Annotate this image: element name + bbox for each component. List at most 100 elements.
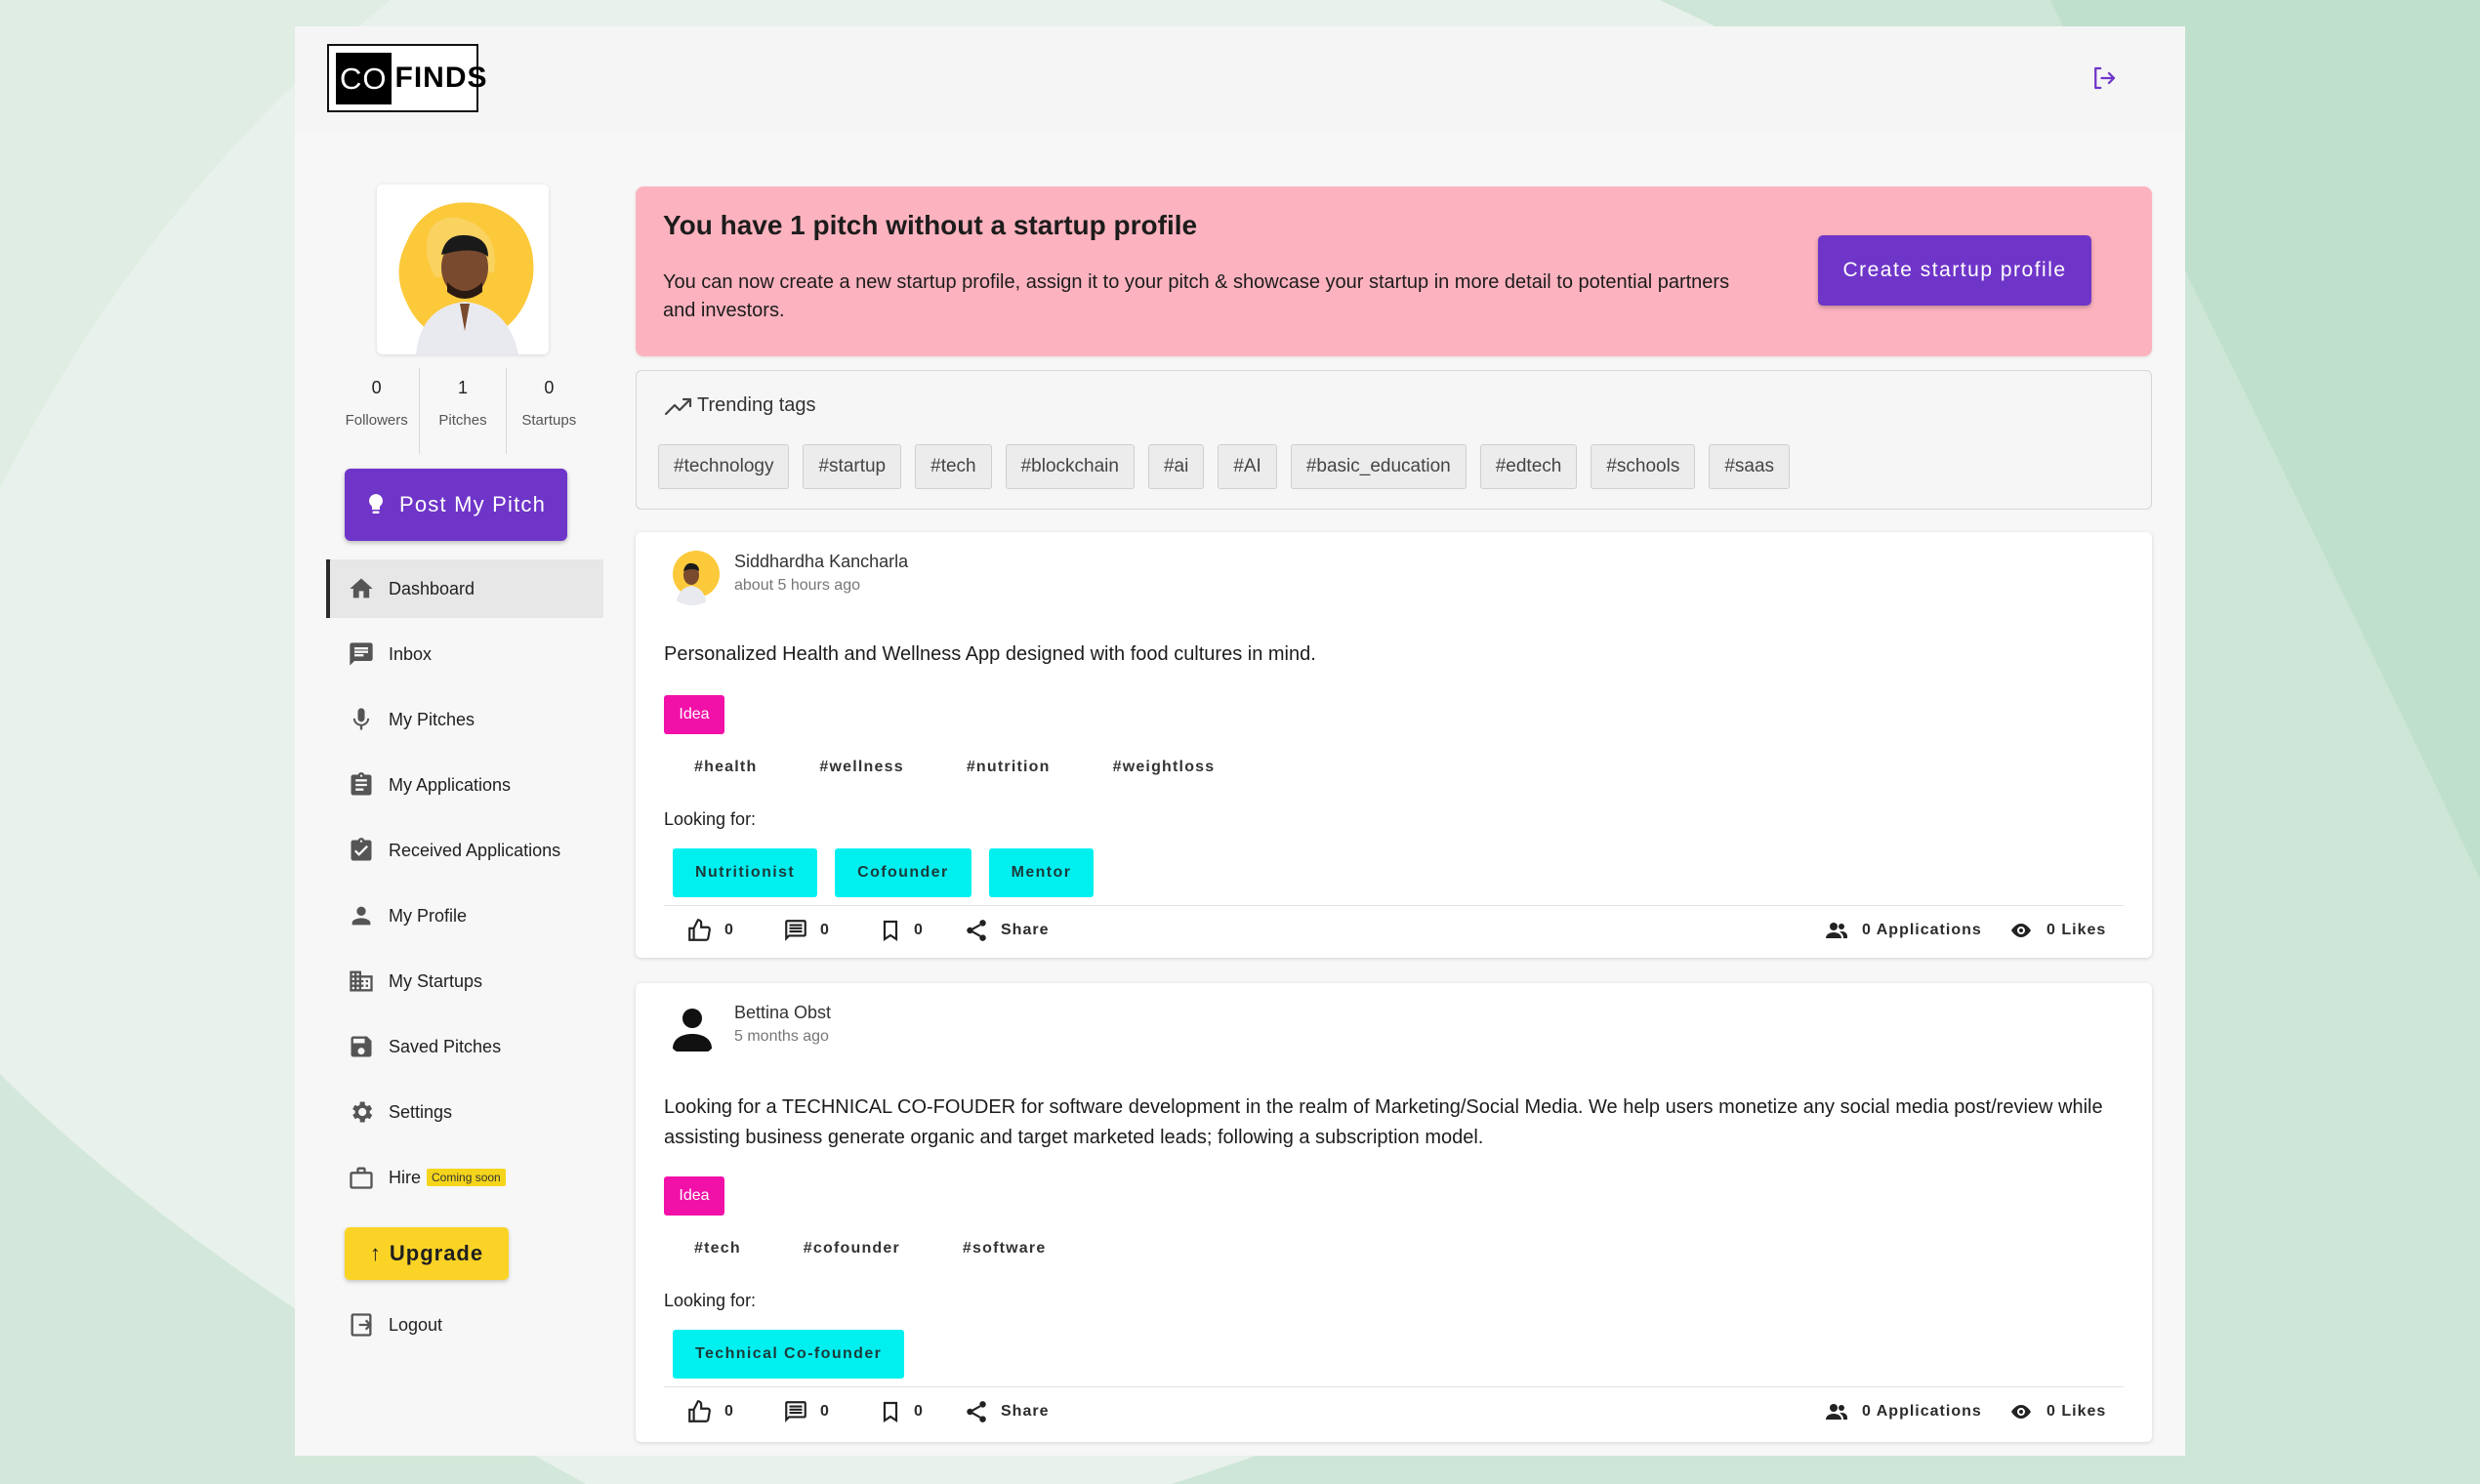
pitch-tag[interactable]: #cofounder — [804, 1240, 900, 1257]
sidebar-item-hire[interactable]: Hire Coming soon — [326, 1148, 603, 1207]
microphone-icon — [352, 708, 370, 730]
views-label: 0 Likes — [2046, 1403, 2107, 1420]
trending-tag[interactable]: #blockchain — [1005, 444, 1135, 489]
comment-button[interactable]: 0 — [783, 911, 830, 950]
sidebar-item-saved-pitches[interactable]: Saved Pitches — [326, 1017, 603, 1076]
save-button[interactable]: 0 — [879, 911, 924, 950]
share-icon — [967, 1401, 986, 1422]
role-chip[interactable]: Technical Co-founder — [673, 1330, 905, 1379]
chat-icon — [350, 642, 373, 666]
post-my-pitch-button[interactable]: Post My Pitch — [345, 469, 567, 541]
banner-description: You can now create a new startup profile… — [663, 271, 1730, 321]
role-chip[interactable]: Cofounder — [835, 848, 971, 897]
pitch-title[interactable]: Looking for a TECHNICAL CO-FOUDER for so… — [664, 1092, 2129, 1153]
logo-finds: FINDS — [394, 62, 488, 94]
comment-icon — [785, 1401, 806, 1422]
trending-tag[interactable]: #AI — [1218, 444, 1277, 489]
save-icon — [351, 1036, 372, 1057]
card-actions: 0 0 0 Share 0 Applications 0 Likes — [636, 1392, 2152, 1431]
home-icon — [350, 578, 373, 598]
startups-stat[interactable]: 0 Startups — [505, 368, 592, 454]
pitches-stat[interactable]: 1 Pitches — [419, 368, 505, 454]
logout-icon — [351, 1313, 372, 1337]
pitch-tag[interactable]: #weightloss — [1113, 759, 1216, 776]
share-button[interactable]: Share — [964, 1392, 1049, 1431]
pitch-card: Bettina Obst 5 months ago Looking for a … — [636, 983, 2152, 1442]
trending-tag[interactable]: #saas — [1709, 444, 1791, 489]
trending-tag[interactable]: #schools — [1591, 444, 1696, 489]
comment-count: 0 — [820, 922, 830, 938]
pitch-tag[interactable]: #health — [694, 759, 757, 776]
sidebar-item-dashboard[interactable]: Dashboard — [326, 559, 603, 618]
post-time: 5 months ago — [734, 1028, 829, 1045]
applications-label: 0 Applications — [1862, 1403, 1982, 1420]
profile-avatar[interactable] — [377, 185, 549, 354]
card-divider — [664, 905, 2124, 906]
sidebar-item-settings[interactable]: Settings — [326, 1083, 603, 1141]
like-button[interactable]: 0 — [685, 911, 734, 950]
trending-tag[interactable]: #edtech — [1479, 444, 1578, 489]
clipboard-icon — [351, 772, 372, 796]
trending-tag[interactable]: #technology — [658, 444, 790, 489]
trending-tag-list: #technology #startup #tech #blockchain #… — [658, 444, 1791, 489]
person-icon — [351, 906, 371, 926]
share-button[interactable]: Share — [964, 911, 1049, 950]
author-name[interactable]: Siddhardha Kancharla — [734, 552, 908, 572]
applications-count[interactable]: 0 Applications — [1823, 1392, 1982, 1431]
comment-button[interactable]: 0 — [783, 1392, 830, 1431]
sidebar-item-label: Hire — [389, 1167, 422, 1187]
role-chip[interactable]: Mentor — [988, 848, 1095, 897]
sidebar-item-label: Received Applications — [389, 840, 561, 860]
idea-badge: Idea — [664, 695, 724, 734]
post-my-pitch-label: Post My Pitch — [398, 492, 547, 516]
sidebar-item-my-profile[interactable]: My Profile — [326, 886, 603, 945]
upgrade-button[interactable]: ↑ Upgrade — [345, 1227, 509, 1280]
like-button[interactable]: 0 — [685, 1392, 734, 1431]
building-icon — [350, 970, 373, 992]
sidebar-item-logout[interactable]: Logout — [326, 1296, 603, 1354]
pitch-tag[interactable]: #nutrition — [967, 759, 1051, 776]
briefcase-icon — [350, 1167, 373, 1189]
pitch-card: Siddhardha Kancharla about 5 hours ago P… — [636, 532, 2152, 958]
person-icon — [664, 1000, 721, 1056]
save-button[interactable]: 0 — [879, 1392, 924, 1431]
sidebar-item-label: Inbox — [389, 643, 433, 664]
save-count: 0 — [914, 922, 924, 938]
sidebar-item-my-startups[interactable]: My Startups — [326, 952, 603, 1010]
gear-icon — [352, 1101, 373, 1123]
sidebar-item-my-applications[interactable]: My Applications — [326, 756, 603, 814]
create-startup-profile-button[interactable]: Create startup profile — [1818, 235, 2091, 306]
followers-label: Followers — [345, 412, 408, 429]
pitch-tag[interactable]: #wellness — [819, 759, 903, 776]
bookmark-icon — [883, 920, 898, 942]
sidebar-item-inbox[interactable]: Inbox — [326, 625, 603, 683]
author-avatar[interactable] — [664, 1000, 721, 1056]
lightbulb-icon — [369, 494, 383, 514]
trending-tag[interactable]: #tech — [915, 444, 992, 489]
sidebar-item-received-applications[interactable]: Received Applications — [326, 821, 603, 880]
thumbs-up-icon — [688, 919, 711, 941]
sidebar-item-label: Saved Pitches — [389, 1036, 502, 1056]
views-label: 0 Likes — [2046, 922, 2107, 938]
applications-count[interactable]: 0 Applications — [1823, 911, 1982, 950]
role-chip[interactable]: Nutritionist — [673, 848, 818, 897]
sidebar-item-my-pitches[interactable]: My Pitches — [326, 690, 603, 749]
followers-stat[interactable]: 0 Followers — [334, 368, 419, 454]
sidebar-logout: Logout — [326, 1296, 603, 1361]
sidebar-item-label: My Pitches — [389, 709, 475, 729]
sidebar-nav: Dashboard Inbox My Pitches My Applicatio… — [326, 559, 603, 1214]
pitch-tag[interactable]: #tech — [694, 1240, 741, 1257]
people-icon — [1826, 923, 1847, 938]
author-name[interactable]: Bettina Obst — [734, 1003, 831, 1023]
trending-tag[interactable]: #ai — [1147, 444, 1205, 489]
share-icon — [967, 920, 986, 941]
startups-label: Startups — [521, 412, 577, 429]
pitch-title[interactable]: Personalized Health and Wellness App des… — [664, 639, 2129, 670]
logout-icon[interactable] — [2089, 63, 2119, 93]
followers-count: 0 — [371, 378, 382, 397]
pitch-tag[interactable]: #software — [963, 1240, 1047, 1257]
trending-tag[interactable]: #startup — [803, 444, 902, 489]
author-avatar[interactable] — [664, 549, 721, 605]
trending-tag[interactable]: #basic_education — [1290, 444, 1467, 489]
cofinds-logo[interactable]: CO FINDS — [327, 44, 487, 112]
